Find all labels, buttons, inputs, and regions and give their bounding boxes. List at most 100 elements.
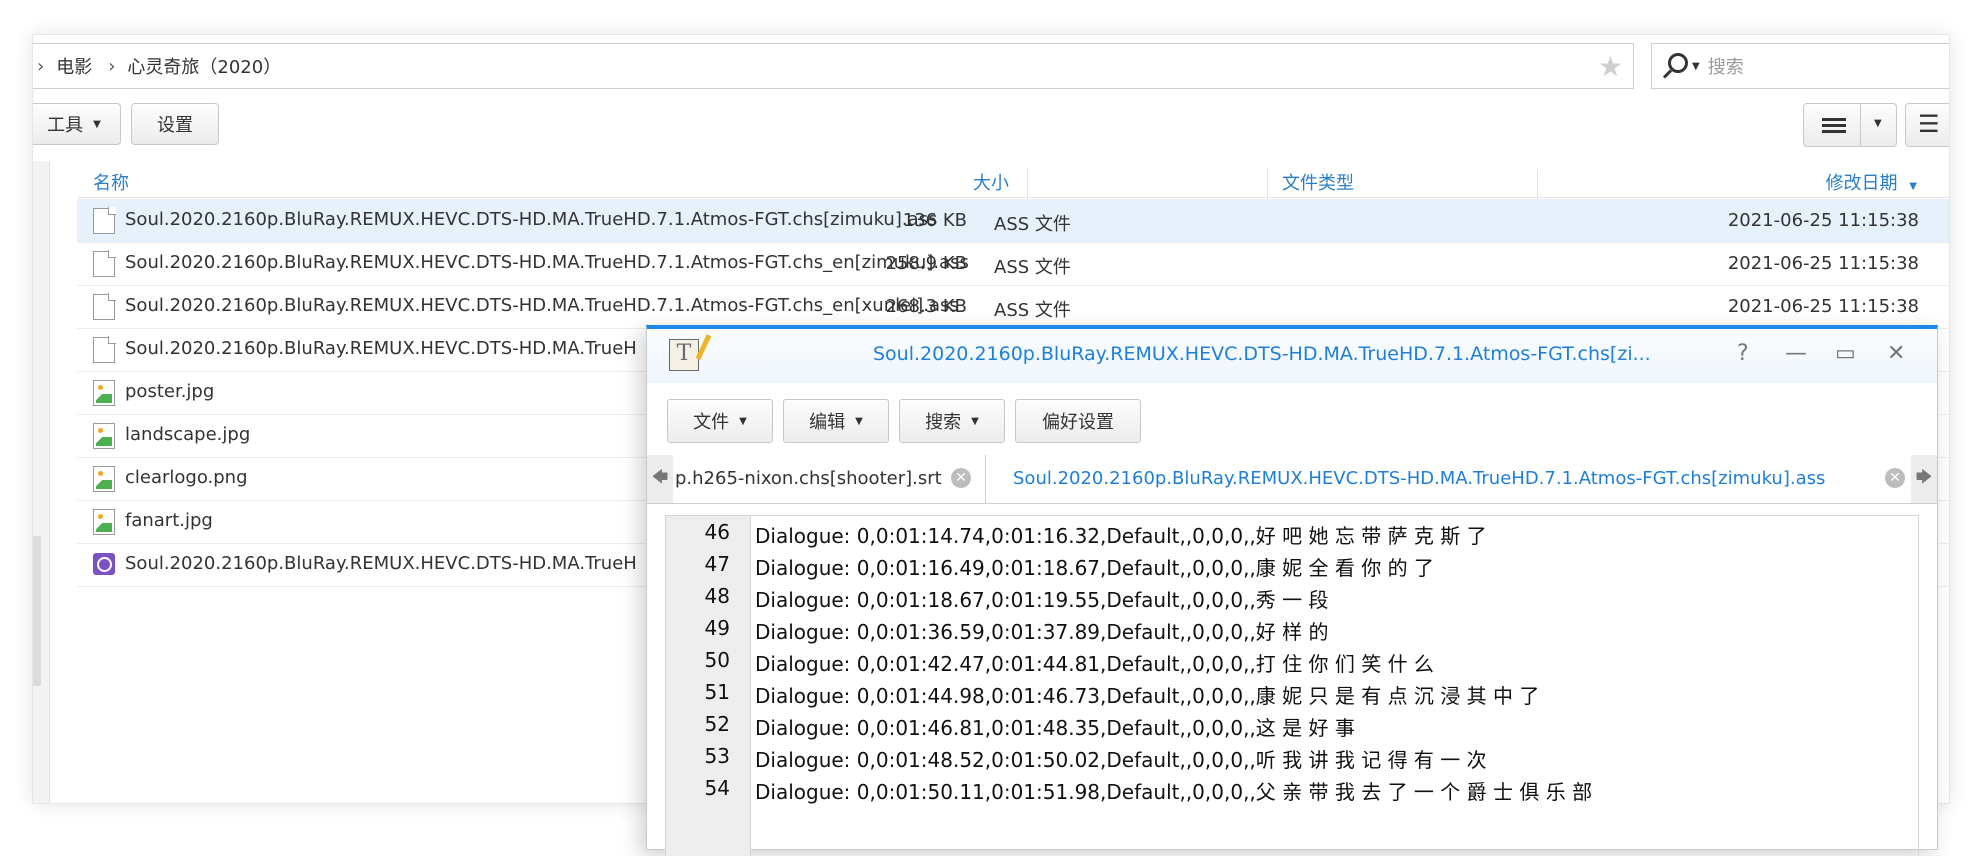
search-menu-button[interactable]: 搜索 ▼: [899, 399, 1005, 443]
settings-label: 设置: [157, 115, 193, 136]
sort-button[interactable]: ☰: [1905, 103, 1949, 147]
close-tab-icon[interactable]: ✕: [951, 468, 971, 488]
line-number: 54: [704, 776, 730, 800]
chevron-right-icon: ›: [37, 55, 45, 77]
text-editor-window: T Soul.2020.2160p.BluRay.REMUX.HEVC.DTS-…: [646, 325, 1938, 856]
document-icon: [93, 336, 116, 363]
column-type[interactable]: 文件类型: [1282, 169, 1354, 195]
help-icon[interactable]: ?: [1737, 341, 1749, 366]
search-menu-label: 搜索: [925, 412, 962, 433]
text-line[interactable]: 47 Dialogue: 0,0:01:16.49,0:01:18.67,Def…: [666, 548, 1918, 580]
editor-titlebar[interactable]: T Soul.2020.2160p.BluRay.REMUX.HEVC.DTS-…: [647, 329, 1937, 383]
text-line[interactable]: 51 Dialogue: 0,0:01:44.98,0:01:46.73,Def…: [666, 676, 1918, 708]
tab-scroll-right-icon[interactable]: 🡆: [1911, 455, 1937, 503]
close-icon[interactable]: ✕: [1887, 341, 1905, 366]
line-text: Dialogue: 0,0:01:42.47,0:01:44.81,Defaul…: [755, 652, 1434, 676]
line-number: 52: [704, 712, 730, 736]
preferences-label: 偏好设置: [1042, 412, 1114, 433]
line-text: Dialogue: 0,0:01:50.11,0:01:51.98,Defaul…: [755, 780, 1593, 804]
line-text: Dialogue: 0,0:01:16.49,0:01:18.67,Defaul…: [755, 556, 1434, 580]
text-editor-area[interactable]: 46 Dialogue: 0,0:01:14.74,0:01:16.32,Def…: [665, 515, 1919, 856]
column-date[interactable]: 修改日期 ▼: [1826, 169, 1917, 195]
image-icon: [93, 466, 115, 492]
edit-menu-button[interactable]: 编辑 ▼: [783, 399, 889, 443]
document-icon: [93, 293, 116, 320]
video-icon: [93, 553, 115, 575]
breadcrumb-item[interactable]: 电影: [56, 53, 92, 79]
settings-button[interactable]: 设置: [131, 103, 219, 145]
chevron-down-icon: ▼: [855, 415, 863, 427]
line-number: 48: [704, 584, 730, 608]
address-bar[interactable]: › 电影 › 心灵奇旅（2020） ★: [33, 43, 1634, 89]
text-line[interactable]: 48 Dialogue: 0,0:01:18.67,0:01:19.55,Def…: [666, 580, 1918, 612]
close-tab-icon[interactable]: ✕: [1885, 468, 1905, 488]
preferences-button[interactable]: 偏好设置: [1015, 399, 1141, 443]
view-mode-button[interactable]: ▼: [1803, 103, 1897, 147]
tab-scroll-left-icon[interactable]: 🡄: [647, 455, 673, 503]
line-text: Dialogue: 0,0:01:14.74,0:01:16.32,Defaul…: [755, 524, 1487, 548]
minimize-icon[interactable]: —: [1785, 341, 1807, 366]
line-text: Dialogue: 0,0:01:44.98,0:01:46.73,Defaul…: [755, 684, 1540, 708]
chevron-down-icon: ▼: [739, 415, 747, 427]
line-number: 46: [704, 520, 730, 544]
file-row[interactable]: Soul.2020.2160p.BluRay.REMUX.HEVC.DTS-HD…: [77, 199, 1949, 243]
divider: [1860, 104, 1861, 146]
tab-srt[interactable]: p.h265-nixon.chs[shooter].srt: [675, 468, 942, 489]
file-menu-button[interactable]: 文件 ▼: [667, 399, 773, 443]
file-type: ASS 文件: [994, 214, 1071, 235]
sort-icon: ☰: [1918, 110, 1940, 138]
text-line[interactable]: 52 Dialogue: 0,0:01:46.81,0:01:48.35,Def…: [666, 708, 1918, 740]
tab-ass-active[interactable]: Soul.2020.2160p.BluRay.REMUX.HEVC.DTS-HD…: [1013, 468, 1825, 489]
line-text: Dialogue: 0,0:01:36.59,0:01:37.89,Defaul…: [755, 620, 1329, 644]
file-type: ASS 文件: [994, 300, 1071, 321]
editor-title: Soul.2020.2160p.BluRay.REMUX.HEVC.DTS-HD…: [873, 343, 1651, 365]
column-header-row: 名称 大小 文件类型 修改日期 ▼: [77, 161, 1949, 205]
column-date-label: 修改日期: [1825, 173, 1898, 194]
file-name: Soul.2020.2160p.BluRay.REMUX.HEVC.DTS-HD…: [125, 209, 938, 230]
star-icon[interactable]: ★: [1598, 50, 1623, 83]
editor-tab-bar: 🡄 p.h265-nixon.chs[shooter].srt ✕ Soul.2…: [647, 455, 1937, 504]
column-size[interactable]: 大小: [973, 169, 1009, 195]
image-icon: [93, 380, 115, 406]
text-line[interactable]: 50 Dialogue: 0,0:01:42.47,0:01:44.81,Def…: [666, 644, 1918, 676]
line-number: 50: [704, 648, 730, 672]
document-icon: [93, 250, 116, 277]
line-text: Dialogue: 0,0:01:18.67,0:01:19.55,Defaul…: [755, 588, 1329, 612]
file-name: Soul.2020.2160p.BluRay.REMUX.HEVC.DTS-HD…: [125, 295, 959, 316]
chevron-down-icon: ▼: [93, 118, 101, 130]
text-line[interactable]: 53 Dialogue: 0,0:01:48.52,0:01:50.02,Def…: [666, 740, 1918, 772]
line-number: 47: [704, 552, 730, 576]
file-size: 258.9 KB: [885, 253, 967, 274]
edit-menu-label: 编辑: [809, 412, 846, 433]
file-row[interactable]: Soul.2020.2160p.BluRay.REMUX.HEVC.DTS-HD…: [77, 285, 1949, 329]
tools-button[interactable]: 工具 ▼: [33, 103, 121, 145]
search-box[interactable]: ▼ 搜索: [1651, 43, 1949, 89]
scrollbar-thumb[interactable]: [33, 536, 41, 686]
line-text: Dialogue: 0,0:01:48.52,0:01:50.02,Defaul…: [755, 748, 1487, 772]
image-icon: [93, 509, 115, 535]
text-line[interactable]: 46 Dialogue: 0,0:01:14.74,0:01:16.32,Def…: [666, 516, 1918, 548]
file-row[interactable]: Soul.2020.2160p.BluRay.REMUX.HEVC.DTS-HD…: [77, 242, 1949, 286]
file-size: 268.3 KB: [885, 296, 967, 317]
file-name: landscape.jpg: [125, 424, 251, 445]
search-input[interactable]: 搜索: [1708, 53, 1744, 79]
file-menu-label: 文件: [693, 412, 730, 433]
file-name: clearlogo.png: [125, 467, 248, 488]
file-date: 2021-06-25 11:15:38: [1727, 210, 1919, 231]
file-type: ASS 文件: [994, 257, 1071, 278]
line-number: 51: [704, 680, 730, 704]
text-line[interactable]: 54 Dialogue: 0,0:01:50.11,0:01:51.98,Def…: [666, 772, 1918, 804]
maximize-icon[interactable]: ▭: [1835, 341, 1856, 366]
column-name[interactable]: 名称: [93, 169, 129, 195]
search-icon[interactable]: [1662, 49, 1696, 83]
file-name: poster.jpg: [125, 381, 215, 402]
file-date: 2021-06-25 11:15:38: [1727, 253, 1919, 274]
file-date: 2021-06-25 11:15:38: [1727, 296, 1919, 317]
line-number: 49: [704, 616, 730, 640]
file-name: fanart.jpg: [125, 510, 213, 531]
text-line[interactable]: 49 Dialogue: 0,0:01:36.59,0:01:37.89,Def…: [666, 612, 1918, 644]
file-name: Soul.2020.2160p.BluRay.REMUX.HEVC.DTS-HD…: [125, 252, 969, 273]
list-view-icon: [1822, 118, 1846, 121]
image-icon: [93, 423, 115, 449]
breadcrumb-item[interactable]: 心灵奇旅（2020）: [127, 53, 281, 79]
